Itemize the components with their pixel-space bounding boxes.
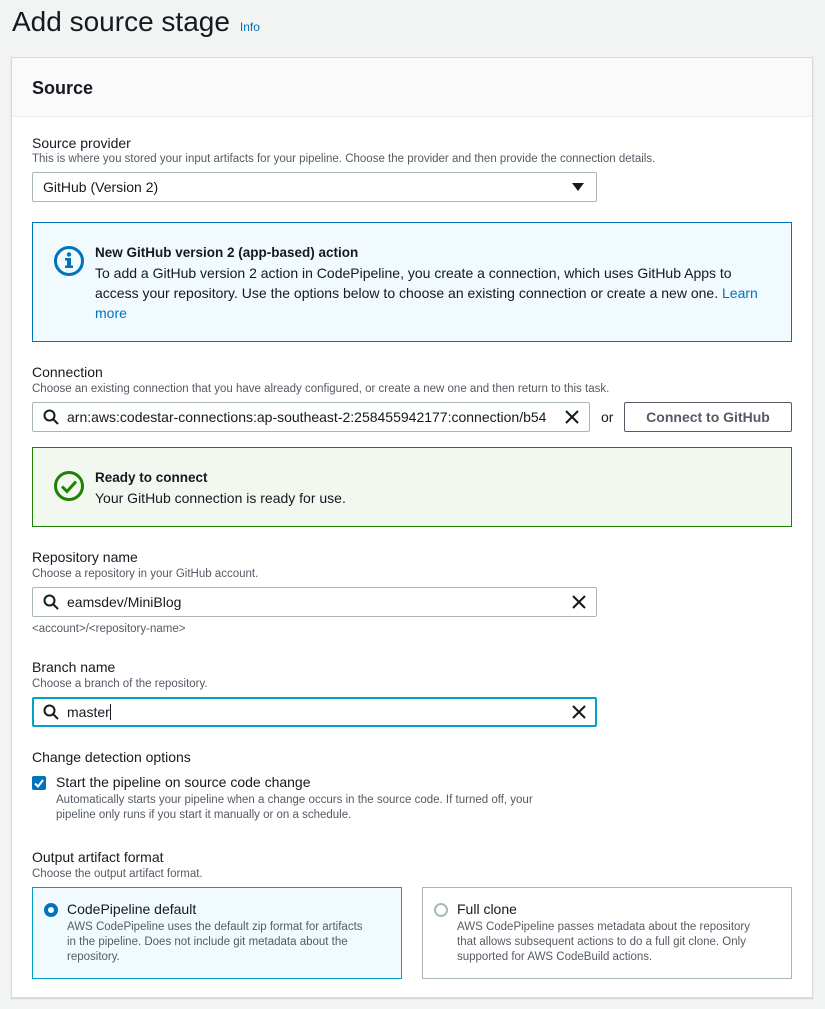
source-provider-description: This is where you stored your input arti… [32, 153, 656, 165]
radio-unselected[interactable] [434, 903, 448, 917]
repository-input[interactable]: eamsdev/MiniBlog [32, 587, 597, 617]
search-icon [43, 594, 59, 610]
info-icon [54, 246, 84, 276]
text-cursor [109, 704, 111, 720]
page-header: Add source stage Info [12, 6, 260, 38]
connection-description: Choose an existing connection that you h… [32, 383, 610, 395]
branch-input[interactable]: master [32, 697, 597, 727]
radio-selected[interactable] [44, 903, 58, 917]
connection-label: Connection [32, 364, 103, 380]
info-link[interactable]: Info [240, 20, 260, 34]
branch-label: Branch name [32, 659, 116, 675]
branch-value-wrap: master [67, 704, 561, 720]
source-panel: Source Source provider This is where you… [11, 57, 813, 998]
info-alert-line-1: To add a GitHub version 2 action in Code… [95, 265, 732, 281]
search-icon [43, 704, 59, 720]
connect-to-github-button[interactable]: Connect to GitHub [624, 402, 792, 432]
repository-description: Choose a repository in your GitHub accou… [32, 568, 259, 580]
connection-input[interactable]: arn:aws:codestar-connections:ap-southeas… [32, 402, 590, 432]
radio-desc-line: AWS CodePipeline passes metadata about t… [457, 921, 750, 933]
output-format-description: Choose the output artifact format. [32, 868, 203, 880]
repository-hint: <account>/<repository-name> [32, 623, 186, 635]
info-alert: New GitHub version 2 (app-based) action … [32, 222, 792, 342]
branch-description: Choose a branch of the repository. [32, 678, 208, 690]
panel-header: Source [12, 58, 812, 117]
start-on-change-description: Automatically starts your pipeline when … [56, 793, 533, 823]
change-detection-label: Change detection options [32, 749, 191, 765]
radio-card-full-clone[interactable]: Full clone AWS CodePipeline passes metad… [422, 887, 792, 979]
source-provider-select[interactable]: GitHub (Version 2) [32, 172, 597, 202]
radio-title: Full clone [457, 901, 517, 917]
radio-description: AWS CodePipeline passes metadata about t… [457, 920, 777, 965]
radio-desc-line: repository. [67, 951, 120, 963]
success-alert: Ready to connect Your GitHub connection … [32, 447, 792, 527]
branch-value: master [67, 704, 110, 720]
radio-desc-line: that allows subsequent actions to do a f… [457, 936, 746, 948]
page-title: Add source stage [12, 6, 230, 37]
panel-title: Source [32, 78, 94, 98]
success-alert-title: Ready to connect [95, 470, 208, 485]
radio-title: CodePipeline default [67, 901, 197, 917]
checkbox-desc-line-2: pipeline only runs if you start it manua… [56, 809, 352, 821]
learn-more-link[interactable]: Learn [722, 285, 758, 301]
checkmark-icon [34, 779, 44, 789]
source-provider-value: GitHub (Version 2) [43, 179, 159, 195]
caret-down-icon [572, 183, 584, 191]
radio-description: AWS CodePipeline uses the default zip fo… [67, 920, 387, 965]
clear-icon[interactable] [572, 705, 586, 719]
or-text: or [601, 409, 614, 425]
start-on-change-label[interactable]: Start the pipeline on source code change [56, 774, 311, 790]
success-alert-body: Your GitHub connection is ready for use. [95, 490, 346, 506]
radio-desc-line: supported for AWS CodeBuild actions. [457, 951, 653, 963]
info-alert-line-2: access your repository. Use the options … [95, 285, 719, 301]
radio-desc-line: in the pipeline. Does not include git me… [67, 936, 348, 948]
radio-desc-line: AWS CodePipeline uses the default zip fo… [67, 921, 363, 933]
repository-label: Repository name [32, 549, 138, 565]
start-on-change-checkbox[interactable] [32, 776, 46, 790]
info-alert-body: To add a GitHub version 2 action in Code… [95, 263, 771, 323]
learn-more-link-cont[interactable]: more [95, 305, 127, 321]
clear-icon[interactable] [572, 595, 586, 609]
repository-value: eamsdev/MiniBlog [67, 594, 182, 610]
checkbox-desc-line-1: Automatically starts your pipeline when … [56, 794, 533, 806]
radio-card-codepipeline-default[interactable]: CodePipeline default AWS CodePipeline us… [32, 887, 402, 979]
info-alert-title: New GitHub version 2 (app-based) action [95, 245, 359, 260]
clear-icon[interactable] [565, 410, 579, 424]
check-circle-icon [54, 471, 84, 501]
output-format-label: Output artifact format [32, 849, 164, 865]
source-provider-label: Source provider [32, 135, 131, 151]
search-icon [43, 409, 59, 425]
connection-value: arn:aws:codestar-connections:ap-southeas… [67, 409, 547, 425]
